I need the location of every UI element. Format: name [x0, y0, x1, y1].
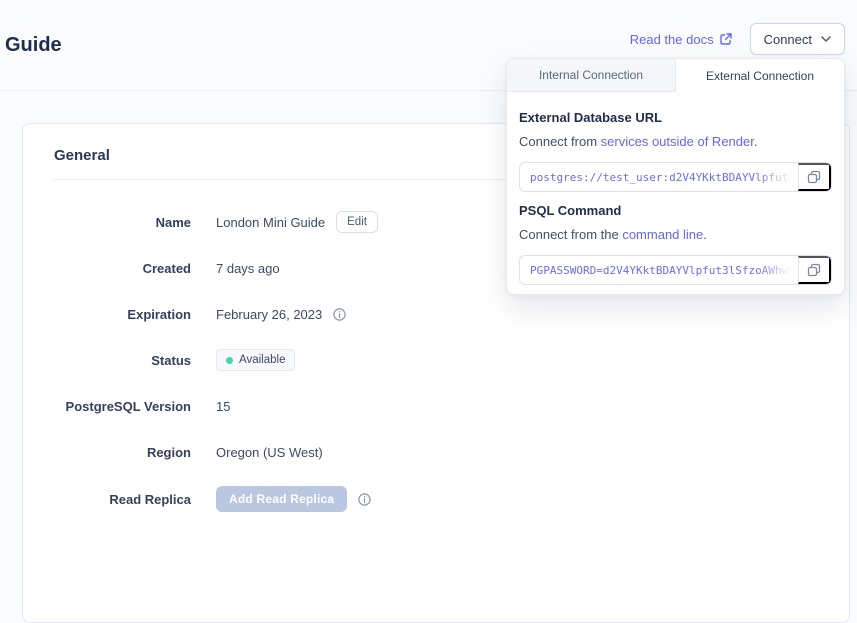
- table-row-region: Region Oregon (US West): [23, 440, 849, 464]
- connect-button[interactable]: Connect: [750, 23, 845, 55]
- created-value: 7 days ago: [216, 261, 280, 276]
- command-line-link[interactable]: command line: [622, 227, 703, 242]
- header-actions: Read the docs Connect: [630, 23, 845, 55]
- copy-url-button[interactable]: [798, 163, 831, 191]
- tab-external-connection[interactable]: External Connection: [675, 59, 844, 92]
- info-icon[interactable]: [333, 308, 346, 321]
- add-read-replica-button[interactable]: Add Read Replica: [216, 486, 347, 512]
- desc-text: Connect from the: [519, 227, 622, 242]
- external-database-url-field: postgres://test_user:d2V4YKktBDAYVlpfut3…: [519, 162, 832, 192]
- connect-button-label: Connect: [764, 32, 812, 47]
- desc-text: .: [754, 134, 758, 149]
- desc-text: .: [703, 227, 707, 242]
- name-value: London Mini Guide: [216, 215, 325, 230]
- edit-name-button[interactable]: Edit: [336, 211, 378, 233]
- connection-tabs: Internal Connection External Connection: [507, 59, 844, 92]
- table-row-status: Status Available: [23, 348, 849, 372]
- table-row-read-replica: Read Replica Add Read Replica: [23, 486, 849, 512]
- status-available-dot-icon: [226, 357, 233, 364]
- status-label: Status: [23, 353, 191, 368]
- info-icon[interactable]: [358, 493, 371, 506]
- external-connection-panel: External Database URL Connect from servi…: [507, 92, 844, 285]
- copy-psql-button[interactable]: [798, 256, 831, 284]
- chevron-down-icon: [821, 36, 831, 42]
- table-row-postgresql-version: PostgreSQL Version 15: [23, 394, 849, 418]
- name-label: Name: [23, 215, 191, 230]
- psql-command-desc: Connect from the command line.: [519, 227, 832, 242]
- psql-command-field: PGPASSWORD=d2V4YKktBDAYVlpfut3lSfzoAWhwb…: [519, 255, 832, 285]
- created-label: Created: [23, 261, 191, 276]
- connect-popover: Internal Connection External Connection …: [506, 58, 845, 295]
- services-outside-render-link[interactable]: services outside of Render: [601, 134, 754, 149]
- page-title: Guide: [5, 34, 62, 57]
- copy-icon: [807, 170, 821, 184]
- postgresql-version-value: 15: [216, 399, 230, 414]
- table-row-expiration: Expiration February 26, 2023: [23, 302, 849, 326]
- psql-command-value[interactable]: PGPASSWORD=d2V4YKktBDAYVlpfut3lSfzoAWhwb…: [520, 256, 798, 284]
- postgresql-version-label: PostgreSQL Version: [23, 399, 191, 414]
- external-database-url-title: External Database URL: [519, 110, 832, 125]
- read-the-docs-link[interactable]: Read the docs: [630, 32, 732, 47]
- tab-internal-connection[interactable]: Internal Connection: [507, 59, 675, 92]
- external-database-url-desc: Connect from services outside of Render.: [519, 134, 832, 149]
- read-replica-label: Read Replica: [23, 492, 191, 507]
- expiration-value: February 26, 2023: [216, 307, 322, 322]
- copy-icon: [807, 263, 821, 277]
- region-label: Region: [23, 445, 191, 460]
- external-link-icon: [720, 33, 732, 45]
- status-badge-label: Available: [239, 354, 285, 366]
- region-value: Oregon (US West): [216, 445, 323, 460]
- psql-command-title: PSQL Command: [519, 203, 832, 218]
- expiration-label: Expiration: [23, 307, 191, 322]
- desc-text: Connect from: [519, 134, 601, 149]
- read-the-docs-label: Read the docs: [630, 32, 714, 47]
- psql-command-block: PSQL Command Connect from the command li…: [519, 203, 832, 285]
- external-database-url-value[interactable]: postgres://test_user:d2V4YKktBDAYVlpfut3…: [520, 163, 798, 191]
- status-badge: Available: [216, 349, 295, 371]
